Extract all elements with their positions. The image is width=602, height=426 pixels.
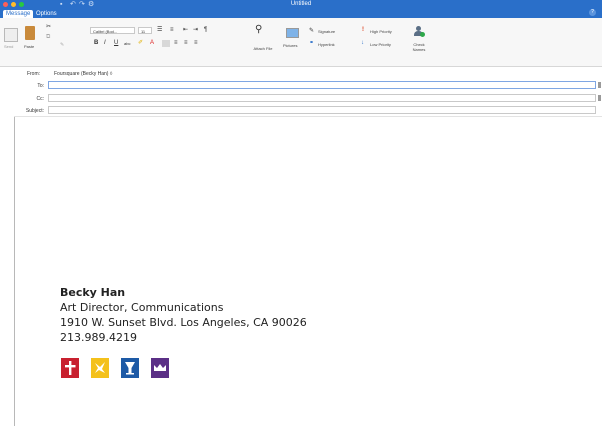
paperclip-icon[interactable]: ⚲ <box>255 24 262 36</box>
copy-icon[interactable]: ⧉ <box>46 34 50 41</box>
italic-button[interactable]: I <box>104 40 106 47</box>
to-label: To: <box>37 83 44 89</box>
font-color-icon[interactable]: A <box>150 40 154 47</box>
signature-title: Art Director, Communications <box>60 301 224 314</box>
tab-message[interactable]: Message <box>3 10 34 18</box>
to-contacts-icon[interactable] <box>598 82 601 88</box>
tab-options[interactable]: Options <box>33 10 60 18</box>
highlight-icon[interactable]: ✐ <box>138 40 143 47</box>
dove-icon <box>91 358 109 378</box>
paste-icon[interactable] <box>25 26 35 40</box>
cut-icon[interactable]: ✂ <box>46 24 51 31</box>
signature-icon[interactable]: ✎ <box>309 28 314 35</box>
high-priority-button[interactable]: High Priority <box>370 29 392 34</box>
justify-icon[interactable]: ≡ <box>194 40 198 47</box>
font-family-select[interactable]: Calibri (Bod... <box>90 27 135 34</box>
align-center-icon[interactable]: ≡ <box>174 40 178 47</box>
pictures-button[interactable]: Pictures <box>283 43 297 48</box>
check-names-button[interactable]: Check Names <box>411 42 427 52</box>
signature-button[interactable]: Signature <box>318 29 335 34</box>
increase-indent-icon[interactable]: ⇥ <box>193 27 198 34</box>
signature-block[interactable]: Becky Han Art Director, Communications 1… <box>60 285 307 345</box>
cup-icon <box>121 358 139 378</box>
from-select[interactable]: Foursquare (Becky Han) ◊ <box>54 71 112 77</box>
cc-label: Cc: <box>36 96 45 102</box>
bullets-icon[interactable]: ☰ <box>157 27 162 34</box>
from-label: From: <box>26 71 40 77</box>
strikethrough-button[interactable]: abc <box>124 40 130 47</box>
high-priority-icon[interactable]: ! <box>362 27 364 34</box>
font-size-select[interactable]: 11 <box>138 27 152 34</box>
attach-file-button[interactable]: Attach File <box>252 46 274 51</box>
hyperlink-button[interactable]: Hyperlink <box>318 42 335 47</box>
format-painter-icon[interactable]: ✎ <box>60 42 64 49</box>
align-right-icon[interactable]: ≡ <box>184 40 188 47</box>
low-priority-icon[interactable]: ↓ <box>361 40 364 47</box>
cc-field[interactable] <box>48 94 596 102</box>
cc-contacts-icon[interactable] <box>598 95 601 101</box>
paragraph-icon[interactable]: ¶ <box>204 27 207 34</box>
crown-icon <box>151 358 169 378</box>
underline-button[interactable]: U <box>114 40 118 47</box>
header-divider <box>14 116 602 117</box>
help-icon[interactable]: ? <box>589 9 596 16</box>
send-button[interactable]: Send <box>4 44 13 49</box>
window-title: Untitled <box>290 1 312 7</box>
paste-button[interactable]: Paste <box>24 44 34 49</box>
ribbon-toolbar: Send Paste ✂ ⧉ ✎ Calibri (Bod... 11 ☰ ≡ … <box>0 18 602 67</box>
hyperlink-icon[interactable]: ⚭ <box>309 40 314 47</box>
subject-field[interactable] <box>48 106 596 114</box>
decrease-indent-icon[interactable]: ⇤ <box>183 27 188 34</box>
subject-label: Subject: <box>25 108 44 114</box>
cross-icon <box>61 358 79 378</box>
bold-button[interactable]: B <box>94 40 98 47</box>
check-names-icon[interactable] <box>414 26 425 37</box>
pictures-icon[interactable] <box>286 28 299 38</box>
signature-name: Becky Han <box>60 286 126 299</box>
numbering-icon[interactable]: ≡ <box>170 27 174 34</box>
signature-phone: 213.989.4219 <box>60 331 137 344</box>
send-icon[interactable] <box>4 28 18 42</box>
title-bar: ▪ ↶ ↷ ⚙ Untitled <box>0 0 602 9</box>
low-priority-button[interactable]: Low Priority <box>370 42 391 47</box>
align-left-button[interactable] <box>162 40 170 47</box>
body-left-border <box>14 117 15 426</box>
signature-address: 1910 W. Sunset Blvd. Los Angeles, CA 900… <box>60 316 307 329</box>
to-field[interactable] <box>48 81 596 89</box>
